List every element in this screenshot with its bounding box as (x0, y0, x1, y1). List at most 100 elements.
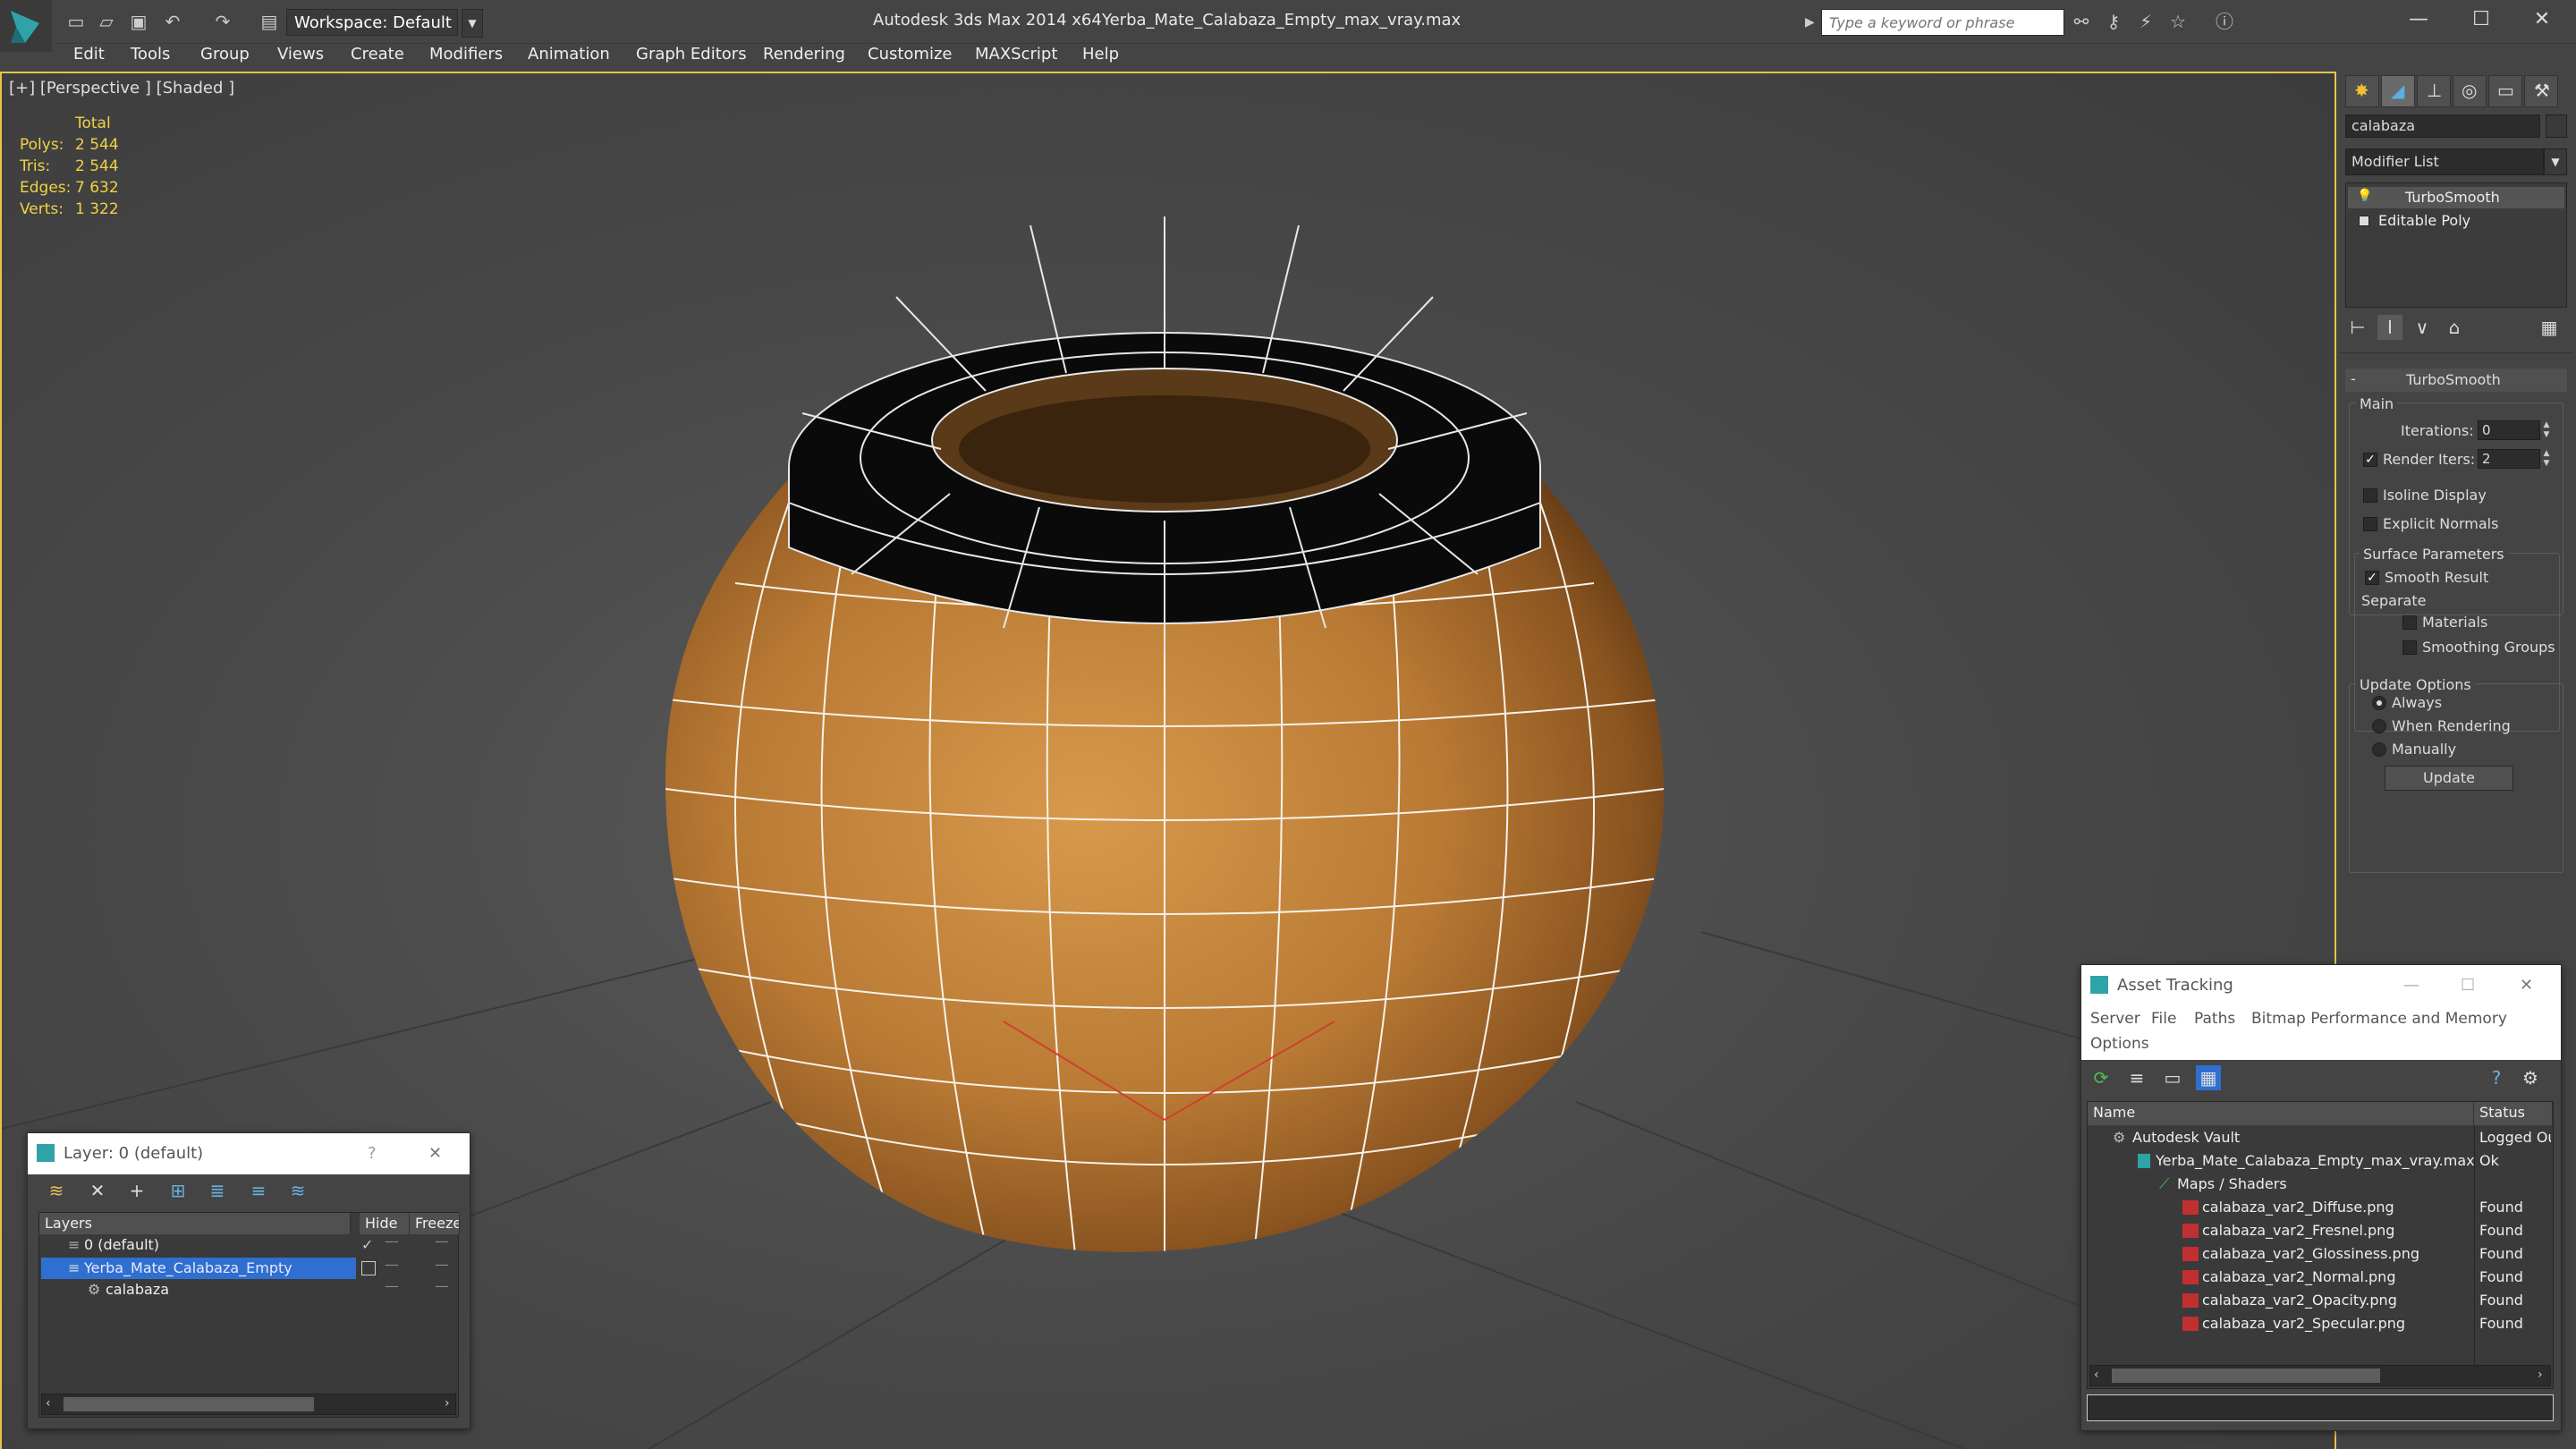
hierarchy-tab-icon[interactable]: ⊥ (2417, 75, 2451, 107)
asset-window-titlebar[interactable]: Asset Tracking — ☐ ✕ (2081, 965, 2561, 1006)
layer-row-selected[interactable]: ≡ Yerba_Mate_Calabaza_Empty (41, 1258, 356, 1279)
stack-item-editable-poly[interactable]: Editable Poly (2348, 210, 2564, 232)
column-header-status[interactable]: Status (2474, 1102, 2553, 1125)
remove-modifier-icon[interactable]: ⌂ (2442, 315, 2467, 340)
close-icon[interactable]: ✕ (2512, 0, 2572, 39)
column-header-freeze[interactable]: Freeze (410, 1213, 460, 1234)
utilities-tab-icon[interactable]: ⚒ (2524, 75, 2558, 107)
spinner-arrows-icon[interactable]: ▲ ▼ (2540, 420, 2553, 440)
add-to-layer-icon[interactable]: + (124, 1178, 149, 1203)
hide-toggle[interactable]: — (385, 1277, 399, 1294)
menu-options[interactable]: Options (2090, 1035, 2149, 1053)
lightbulb-icon[interactable]: 💡 (2357, 189, 2372, 203)
pin-stack-icon[interactable]: ⊢ (2345, 315, 2370, 340)
vault-help-icon[interactable]: ? (2484, 1065, 2509, 1090)
when-rendering-radio[interactable] (2372, 719, 2386, 733)
close-icon[interactable]: ✕ (2520, 965, 2533, 1006)
help-icon[interactable]: ? (368, 1133, 377, 1174)
maximize-icon[interactable]: ☐ (2451, 0, 2512, 39)
asset-row[interactable]: calabaza_var2_Opacity.png Found (2088, 1290, 2553, 1311)
rollout-header[interactable]: - TurboSmooth (2345, 369, 2567, 392)
undo-icon[interactable]: ↶ (161, 11, 184, 32)
menu-bitmap-performance[interactable]: Bitmap Performance and Memory (2251, 1010, 2507, 1028)
expand-icon[interactable] (2359, 216, 2369, 226)
column-header-layers[interactable]: Layers (39, 1213, 351, 1234)
object-color-swatch[interactable] (2546, 114, 2567, 138)
refresh-icon[interactable]: ⟳ (2089, 1065, 2114, 1090)
chevron-left-icon[interactable]: ‹ (2094, 1368, 2099, 1382)
iterations-spinner[interactable]: 0 (2478, 420, 2540, 440)
key-icon[interactable]: ⚷ (2102, 11, 2125, 32)
make-unique-icon[interactable]: ∨ (2410, 315, 2435, 340)
manually-radio[interactable] (2372, 742, 2386, 757)
show-end-result-icon[interactable]: Ι (2377, 315, 2402, 340)
binoculars-icon[interactable]: ⚯ (2070, 11, 2093, 32)
search-input[interactable] (1822, 10, 2063, 35)
render-iters-spinner[interactable]: 2 (2478, 449, 2540, 469)
open-file-icon[interactable]: ▱ (95, 11, 118, 32)
asset-row[interactable]: ⚙ Autodesk Vault Logged Out (2088, 1127, 2553, 1148)
menu-file[interactable]: File (2151, 1010, 2176, 1028)
hide-toggle[interactable]: — (385, 1233, 399, 1250)
stack-item-turbosmooth[interactable]: 💡 TurboSmooth (2348, 187, 2564, 208)
asset-status-field[interactable] (2087, 1394, 2554, 1421)
column-header-name[interactable]: Name (2088, 1102, 2474, 1125)
configure-modifier-sets-icon[interactable]: ▦ (2537, 315, 2562, 340)
freeze-all-icon[interactable]: ≋ (285, 1178, 310, 1203)
update-button[interactable]: Update (2385, 766, 2513, 791)
menu-maxscript[interactable]: MAXScript (975, 39, 1057, 70)
always-radio[interactable] (2372, 696, 2386, 710)
horizontal-scrollbar[interactable]: ‹ › (2089, 1365, 2551, 1386)
display-tab-icon[interactable]: ▭ (2488, 75, 2522, 107)
modifier-list-dropdown[interactable]: Modifier List (2345, 148, 2544, 175)
layer-window-titlebar[interactable]: Layer: 0 (default) ? ✕ (28, 1133, 470, 1174)
asset-row[interactable]: calabaza_var2_Normal.png Found (2088, 1267, 2553, 1288)
modify-tab-icon[interactable]: ◢ (2381, 75, 2415, 107)
active-check-icon[interactable]: ✓ (361, 1236, 373, 1253)
chevron-down-icon[interactable]: ▼ (462, 9, 483, 38)
chevron-down-icon[interactable]: ▼ (2544, 148, 2567, 175)
scroll-thumb[interactable] (64, 1397, 314, 1411)
render-iters-checkbox[interactable]: ✓ (2363, 453, 2377, 467)
asset-row[interactable]: Yerba_Mate_Calabaza_Empty_max_vray.max O… (2088, 1150, 2553, 1172)
hide-toggle[interactable]: — (385, 1256, 399, 1273)
vault-settings-icon[interactable]: ⚙ (2518, 1065, 2543, 1090)
explicit-normals-checkbox[interactable] (2363, 517, 2377, 531)
create-tab-icon[interactable]: ✸ (2345, 75, 2379, 107)
delete-layer-icon[interactable]: ✕ (85, 1178, 110, 1203)
maximize-icon[interactable]: ☐ (2461, 965, 2475, 1006)
highlight-layer-icon[interactable]: ≣ (205, 1178, 230, 1203)
communication-icon[interactable]: ⚡ (2134, 11, 2157, 32)
freeze-toggle[interactable]: — (435, 1277, 449, 1294)
list-view-icon[interactable]: ≡ (2124, 1065, 2149, 1090)
freeze-toggle[interactable]: — (435, 1256, 449, 1273)
asset-row[interactable]: calabaza_var2_Fresnel.png Found (2088, 1220, 2553, 1241)
app-logo-icon[interactable] (0, 0, 52, 52)
menu-tools[interactable]: Tools (131, 39, 170, 70)
project-folder-icon[interactable]: ▤ (258, 11, 281, 32)
thumbnail-view-icon[interactable]: ▭ (2160, 1065, 2185, 1090)
asset-row[interactable]: calabaza_var2_Glossiness.png Found (2088, 1243, 2553, 1265)
menu-server[interactable]: Server (2090, 1010, 2140, 1028)
table-view-icon[interactable]: ▦ (2196, 1065, 2221, 1090)
isoline-checkbox[interactable] (2363, 488, 2377, 503)
menu-edit[interactable]: Edit (73, 39, 105, 70)
spinner-arrows-icon[interactable]: ▲ ▼ (2540, 449, 2553, 469)
layer-checkbox[interactable] (361, 1261, 376, 1275)
menu-help[interactable]: Help (1082, 39, 1119, 70)
object-name-field[interactable]: calabaza (2345, 114, 2540, 138)
menu-graph-editors[interactable]: Graph Editors (636, 39, 747, 70)
close-icon[interactable]: ✕ (428, 1133, 442, 1174)
play-arrow-icon[interactable]: ▶ (1805, 11, 1819, 34)
chevron-right-icon[interactable]: › (2538, 1368, 2543, 1382)
menu-modifiers[interactable]: Modifiers (429, 39, 503, 70)
freeze-toggle[interactable]: — (435, 1233, 449, 1250)
save-file-icon[interactable]: ▣ (127, 11, 150, 32)
minimize-icon[interactable]: — (2388, 0, 2449, 39)
asset-row[interactable]: ⟋ Maps / Shaders (2088, 1174, 2553, 1195)
new-file-icon[interactable]: ▭ (64, 11, 88, 32)
search-field[interactable] (1821, 9, 2064, 36)
workspace-dropdown[interactable]: Workspace: Default (286, 9, 458, 36)
column-header-hide[interactable]: Hide (360, 1213, 410, 1234)
help-icon[interactable]: ⓘ (2213, 11, 2236, 32)
